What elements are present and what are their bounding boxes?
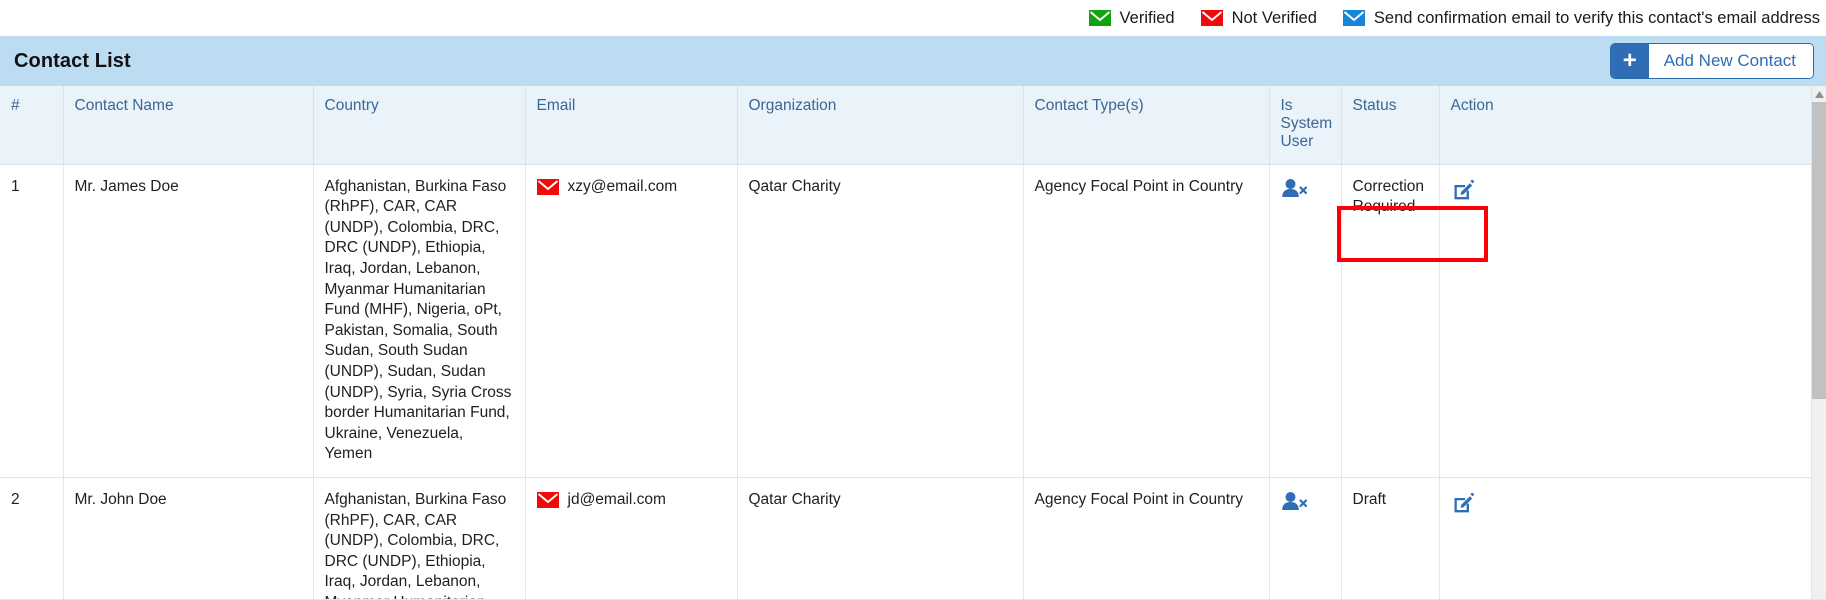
legend-item-send-confirmation: Send confirmation email to verify this c… — [1342, 8, 1820, 28]
cell-is-system-user — [1269, 164, 1342, 479]
cell-status: Draft — [1341, 477, 1440, 600]
column-header-contact-name[interactable]: Contact Name — [63, 86, 314, 165]
legend-item-verified: Verified — [1088, 8, 1175, 28]
cell-index: 1 — [0, 164, 64, 479]
contact-list-page: Verified Not Verified Send confirmation … — [0, 0, 1826, 600]
contact-list-titlebar: Contact List + Add New Contact — [0, 36, 1826, 86]
vertical-scrollbar[interactable] — [1811, 86, 1826, 600]
envelope-red-icon[interactable] — [536, 492, 559, 509]
email-status-legend: Verified Not Verified Send confirmation … — [0, 0, 1826, 36]
cell-country: Afghanistan, Burkina Faso (RhPF), CAR, C… — [313, 164, 526, 479]
column-header-action[interactable]: Action — [1439, 86, 1811, 165]
status-badge: Draft — [1352, 491, 1387, 509]
contact-table-scroll-area[interactable]: # Contact Name Country Email Organizatio… — [0, 86, 1826, 600]
legend-label-verified: Verified — [1119, 8, 1175, 27]
cell-country: Afghanistan, Burkina Faso (RhPF), CAR, C… — [313, 477, 526, 600]
column-header-index[interactable]: # — [0, 86, 64, 165]
column-header-status[interactable]: Status — [1341, 86, 1440, 165]
envelope-blue-icon — [1342, 10, 1365, 26]
vertical-scrollbar-thumb[interactable] — [1812, 102, 1826, 399]
cell-organization: Qatar Charity — [737, 477, 1024, 600]
contact-table: # Contact Name Country Email Organizatio… — [0, 86, 1811, 600]
column-header-email[interactable]: Email — [525, 86, 738, 165]
cell-contact-name: Mr. James Doe — [63, 164, 314, 479]
legend-item-not-verified: Not Verified — [1200, 8, 1317, 28]
column-header-is-system-user[interactable]: Is System User — [1269, 86, 1342, 165]
page-title: Contact List — [14, 49, 131, 72]
envelope-red-icon[interactable] — [536, 178, 559, 195]
legend-label-not-verified: Not Verified — [1231, 8, 1317, 27]
user-times-icon — [1281, 178, 1331, 205]
plus-icon: + — [1610, 44, 1649, 78]
status-badge: Correction Required — [1352, 177, 1425, 216]
cell-email: jd@email.com — [525, 477, 738, 600]
column-header-country[interactable]: Country — [313, 86, 526, 165]
scroll-up-arrow-icon[interactable] — [1812, 86, 1826, 102]
legend-label-send-confirmation: Send confirmation email to verify this c… — [1373, 8, 1820, 27]
table-header-row: # Contact Name Country Email Organizatio… — [0, 86, 1811, 165]
cell-action — [1439, 164, 1811, 479]
cell-contact-types: Agency Focal Point in Country — [1023, 164, 1270, 479]
add-new-contact-button[interactable]: + Add New Contact — [1609, 43, 1814, 79]
envelope-red-icon — [1200, 10, 1223, 26]
email-address-text: xzy@email.com — [567, 177, 678, 195]
table-row[interactable]: 2 Mr. John Doe Afghanistan, Burkina Faso… — [0, 477, 1811, 600]
column-header-contact-types[interactable]: Contact Type(s) — [1023, 86, 1270, 165]
edit-pencil-square-icon[interactable] — [1451, 178, 1802, 209]
table-row[interactable]: 1 Mr. James Doe Afghanistan, Burkina Fas… — [0, 164, 1811, 479]
email-address-text: jd@email.com — [567, 491, 666, 509]
column-header-organization[interactable]: Organization — [737, 86, 1024, 165]
cell-email: xzy@email.com — [525, 164, 738, 479]
cell-index: 2 — [0, 477, 64, 600]
cell-action — [1439, 477, 1811, 600]
add-new-contact-label: Add New Contact — [1648, 44, 1813, 78]
cell-is-system-user — [1269, 477, 1342, 600]
cell-organization: Qatar Charity — [737, 164, 1024, 479]
edit-pencil-square-icon[interactable] — [1451, 491, 1802, 522]
cell-status: Correction Required — [1341, 164, 1440, 479]
envelope-green-icon — [1088, 10, 1111, 26]
cell-contact-types: Agency Focal Point in Country — [1023, 477, 1270, 600]
cell-contact-name: Mr. John Doe — [63, 477, 314, 600]
user-times-icon — [1281, 491, 1331, 518]
